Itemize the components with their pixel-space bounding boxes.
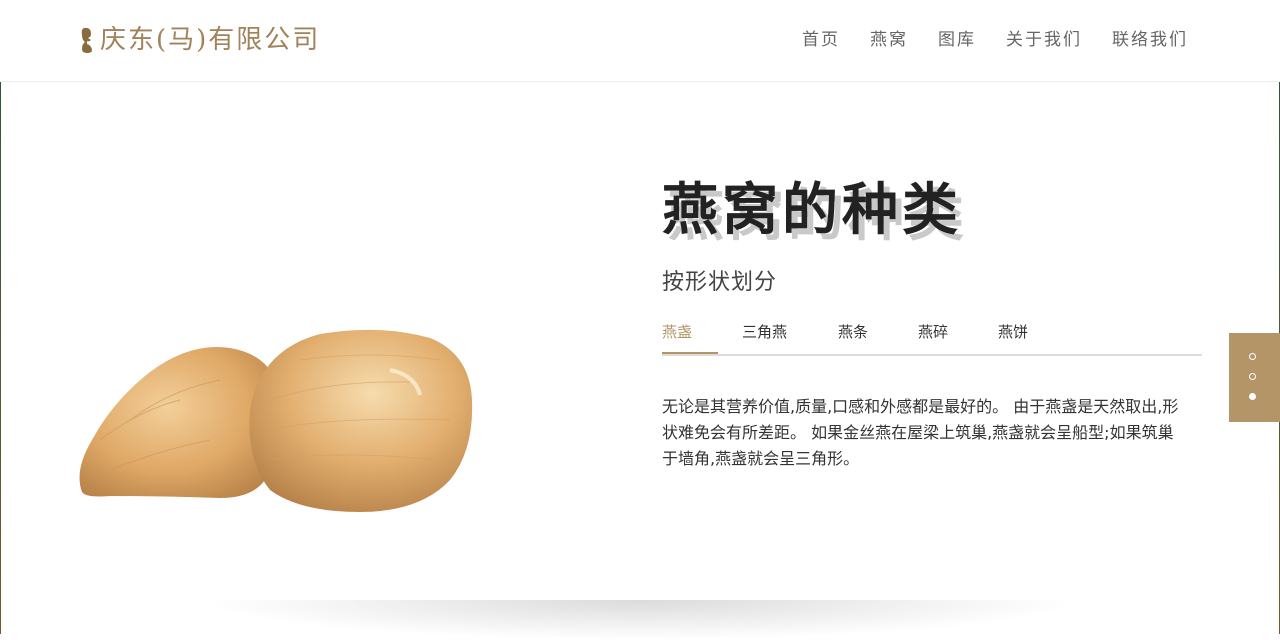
tab-sanjiaoyan[interactable]: 三角燕 — [742, 322, 787, 342]
logo[interactable]: 庆东(马)有限公司 — [80, 24, 320, 56]
nav-item-gallery[interactable]: 图库 — [938, 28, 976, 52]
section-divider-shadow — [200, 600, 1080, 640]
active-tab-indicator — [662, 352, 718, 354]
main-nav: 首页 燕窝 图库 关于我们 联络我们 — [772, 28, 1188, 52]
tab-yantiao[interactable]: 燕条 — [838, 322, 868, 342]
logo-emblem-icon — [81, 27, 92, 53]
pager-dot-1[interactable] — [1249, 353, 1256, 360]
section-title: 燕窝的种类 燕窝的种类 — [662, 176, 964, 249]
nav-item-home[interactable]: 首页 — [802, 28, 840, 52]
page-edge-left — [0, 0, 1, 634]
bird-nest-image — [70, 320, 480, 520]
pager-dot-2[interactable] — [1249, 373, 1256, 380]
section-title-text: 燕窝的种类 — [662, 178, 962, 243]
type-tabs: 燕盏 三角燕 燕条 燕碎 燕饼 — [662, 318, 1202, 356]
tab-description: 无论是其营养价值,质量,口感和外感都是最好的。 由于燕盏是天然取出,形状难免会有… — [662, 397, 1179, 468]
section-subtitle: 按形状划分 — [662, 270, 778, 295]
tab-yanzhan[interactable]: 燕盏 — [662, 322, 692, 342]
section-pager — [1229, 333, 1280, 422]
pager-dot-3[interactable] — [1249, 393, 1256, 400]
logo-text: 庆东(马)有限公司 — [100, 25, 321, 55]
site-header: 庆东(马)有限公司 首页 燕窝 图库 关于我们 联络我们 — [0, 0, 1280, 82]
nav-item-about[interactable]: 关于我们 — [1006, 28, 1082, 52]
tab-yansui[interactable]: 燕碎 — [918, 322, 948, 342]
nav-item-contact[interactable]: 联络我们 — [1112, 28, 1188, 52]
nav-item-birdnest[interactable]: 燕窝 — [870, 28, 908, 52]
tab-yanbing[interactable]: 燕饼 — [998, 322, 1028, 342]
